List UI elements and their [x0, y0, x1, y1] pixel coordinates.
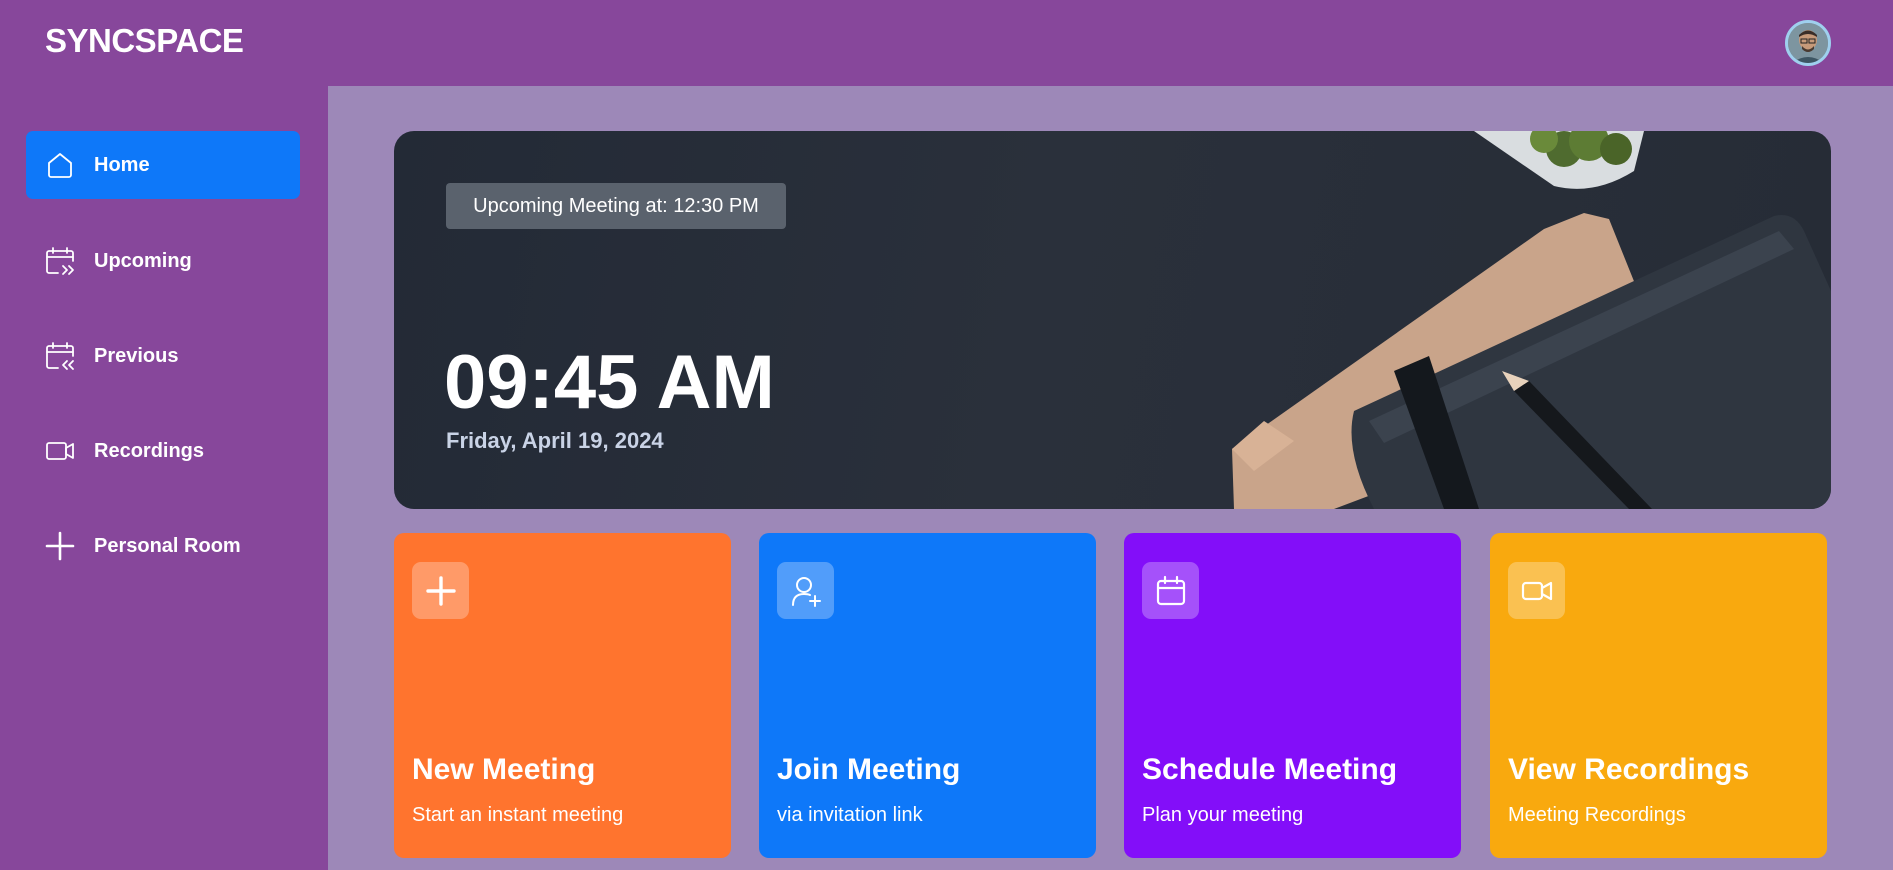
plus-icon — [412, 562, 469, 619]
plus-icon — [43, 529, 77, 563]
upcoming-meeting-badge: Upcoming Meeting at: 12:30 PM — [446, 183, 786, 229]
card-subtitle: via invitation link — [777, 804, 923, 826]
calendar-forward-icon — [43, 244, 77, 278]
main-content: Upcoming Meeting at: 12:30 PM 09:45 AM F… — [328, 86, 1893, 870]
home-icon — [43, 148, 77, 182]
new-meeting-card[interactable]: New Meeting Start an instant meeting — [394, 533, 731, 858]
sidebar-item-recordings[interactable]: Recordings — [26, 417, 300, 485]
card-subtitle: Plan your meeting — [1142, 804, 1304, 826]
card-title: New Meeting — [412, 753, 596, 786]
sidebar-item-label: Upcoming — [94, 249, 192, 272]
join-meeting-card[interactable]: Join Meeting via invitation link — [759, 533, 1096, 858]
sidebar-item-label: Previous — [94, 344, 179, 367]
sidebar-item-label: Recordings — [94, 439, 205, 462]
card-title: View Recordings — [1508, 753, 1750, 786]
sidebar: Home Upcoming Previous Recordings Person… — [0, 86, 328, 870]
sidebar-item-label: Personal Room — [94, 534, 241, 557]
calendar-icon — [1142, 562, 1199, 619]
brand-logo[interactable]: SYNCSPACE — [45, 22, 244, 60]
current-date: Friday, April 19, 2024 — [446, 428, 664, 453]
card-subtitle: Start an instant meeting — [412, 804, 624, 826]
sidebar-item-upcoming[interactable]: Upcoming — [26, 227, 300, 295]
schedule-meeting-card[interactable]: Schedule Meeting Plan your meeting — [1124, 533, 1461, 858]
sidebar-item-personal-room[interactable]: Personal Room — [26, 512, 300, 580]
sidebar-item-home[interactable]: Home — [26, 131, 300, 199]
hero-banner: Upcoming Meeting at: 12:30 PM 09:45 AM F… — [394, 131, 1831, 509]
user-add-icon — [777, 562, 834, 619]
sidebar-item-label: Home — [94, 153, 150, 176]
user-avatar[interactable] — [1785, 20, 1831, 66]
avatar-icon — [1788, 23, 1828, 63]
top-bar: SYNCSPACE — [0, 0, 1893, 86]
calendar-back-icon — [43, 339, 77, 373]
video-icon — [1508, 562, 1565, 619]
card-subtitle: Meeting Recordings — [1508, 804, 1686, 826]
sidebar-item-previous[interactable]: Previous — [26, 322, 300, 390]
card-title: Schedule Meeting — [1142, 753, 1398, 786]
video-icon — [43, 434, 77, 468]
card-title: Join Meeting — [777, 753, 961, 786]
view-recordings-card[interactable]: View Recordings Meeting Recordings — [1490, 533, 1827, 858]
current-time: 09:45 AM — [444, 340, 775, 425]
